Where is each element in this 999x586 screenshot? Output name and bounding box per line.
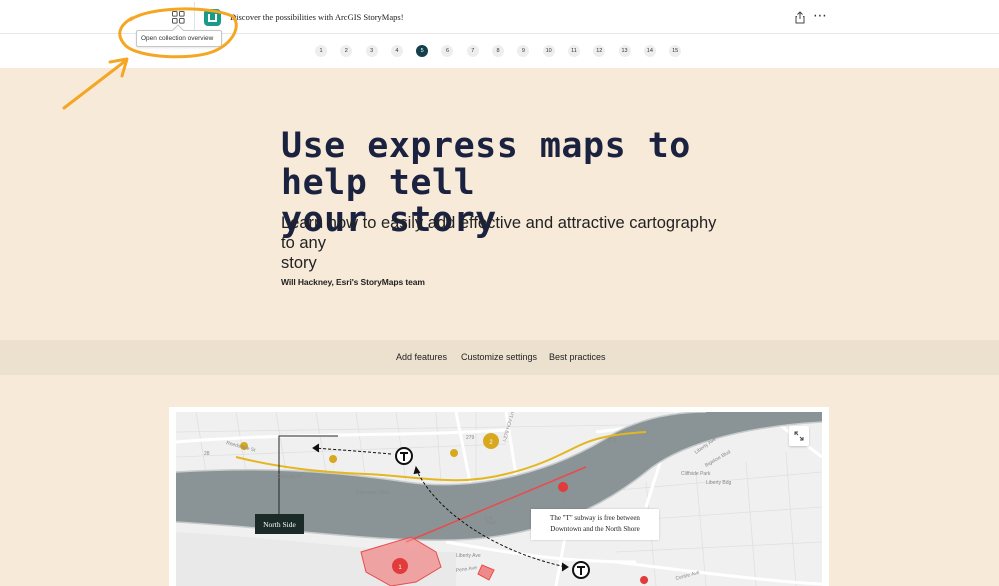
story-title[interactable]: Discover the possibilities with ArcGIS S… xyxy=(230,12,404,22)
subway-t-icon-lower xyxy=(572,561,590,579)
street-label: Clemente Park xyxy=(356,490,390,496)
subhead-line-1: Learn how to easily add effective and at… xyxy=(281,214,717,252)
expand-icon xyxy=(794,431,804,441)
page-dot-11[interactable]: 11 xyxy=(567,45,580,57)
story-subhead: Learn how to easily add effective and at… xyxy=(281,213,731,273)
page-dot-5-active[interactable]: 5 xyxy=(416,45,429,57)
logo-mark-icon xyxy=(208,13,217,22)
subhead-line-2: story xyxy=(281,254,317,272)
page-dot-2[interactable]: 2 xyxy=(340,45,353,57)
street-label: Liberty Bdg xyxy=(706,480,732,486)
map-expand-button[interactable] xyxy=(789,426,809,446)
page-dot-1[interactable]: 1 xyxy=(315,45,327,57)
byline: Will Hackney, Esri's StoryMaps team xyxy=(281,277,425,287)
more-options-icon[interactable]: ⋯ xyxy=(813,9,829,25)
page-dot-4[interactable]: 4 xyxy=(390,45,403,57)
page-dot-10[interactable]: 10 xyxy=(542,45,555,57)
page-dots: 1 2 3 4 5 6 7 8 9 10 11 12 13 14 15 xyxy=(315,45,682,57)
top-bar: Discover the possibilities with ArcGIS S… xyxy=(0,0,999,34)
page-dot-9[interactable]: 9 xyxy=(517,45,530,57)
section-link-add-features[interactable]: Add features xyxy=(396,352,447,362)
section-link-customize-settings[interactable]: Customize settings xyxy=(461,352,537,362)
street-label: Cliffside Park xyxy=(681,471,711,477)
page-dot-8[interactable]: 8 xyxy=(492,45,505,57)
street-label: 28 xyxy=(204,451,210,457)
subway-callout-line-1: The "T" subway is free between xyxy=(550,514,640,522)
page-dot-7[interactable]: 7 xyxy=(466,45,479,57)
page-dot-15[interactable]: 15 xyxy=(669,45,682,57)
page-dot-6[interactable]: 6 xyxy=(441,45,454,57)
subway-callout: The "T" subway is free between Downtown … xyxy=(531,509,659,540)
section-navigation: Add features Customize settings Best pra… xyxy=(0,340,999,375)
street-label: 279 xyxy=(466,435,475,441)
street-label: 279 xyxy=(608,438,617,444)
express-map[interactable]: 2 1 Reedsdale St Chateau St Clemente Par… xyxy=(176,412,822,586)
page-dot-3[interactable]: 3 xyxy=(365,45,378,57)
page-dot-13[interactable]: 13 xyxy=(618,45,631,57)
storymaps-logo[interactable] xyxy=(204,9,221,26)
share-icon[interactable] xyxy=(794,11,806,24)
subway-t-icon-upper xyxy=(395,447,413,465)
grid-icon xyxy=(172,10,185,24)
page-dot-12[interactable]: 12 xyxy=(593,45,606,57)
subway-callout-line-2: Downtown and the North Shore xyxy=(550,525,640,533)
north-side-label: North Side xyxy=(255,514,304,534)
express-map-card: 2 1 Reedsdale St Chateau St Clemente Par… xyxy=(169,407,829,586)
headline-line-1: Use express maps to help tell xyxy=(281,126,691,203)
map-canvas: 2 1 Reedsdale St Chateau St Clemente Par… xyxy=(176,412,822,586)
section-link-best-practices[interactable]: Best practices xyxy=(549,352,606,362)
page-dot-14[interactable]: 14 xyxy=(643,45,656,57)
street-label: Park xyxy=(486,520,497,526)
street-label: Chateau St xyxy=(276,474,302,480)
street-label: Liberty Ave xyxy=(456,553,481,559)
